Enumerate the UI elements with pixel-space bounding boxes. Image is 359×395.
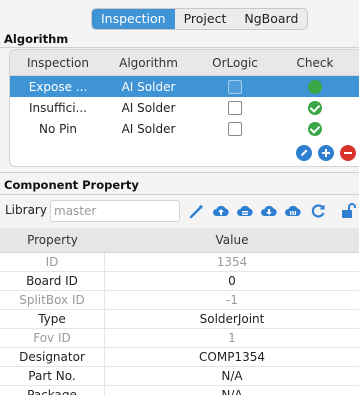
property-value: -1 <box>226 293 238 307</box>
library-label: Library <box>5 203 47 217</box>
column-header-inspection[interactable]: Inspection <box>10 56 106 70</box>
plus-icon <box>322 149 330 157</box>
property-row: Type SolderJoint <box>0 310 359 329</box>
algorithm-cell: AI Solder <box>121 121 176 136</box>
tab-ngboard[interactable]: NgBoard <box>235 9 307 29</box>
inspection-cell: No Pin <box>38 121 78 136</box>
property-name: Package <box>0 386 105 395</box>
property-row: Part No. N/A <box>0 367 359 386</box>
property-value[interactable]: 0 <box>105 272 359 290</box>
section-divider <box>0 172 359 173</box>
magic-wand-icon[interactable] <box>188 202 206 220</box>
algorithm-actions <box>296 145 356 161</box>
property-value[interactable]: N/A <box>105 386 359 395</box>
property-row: Board ID 0 <box>0 272 359 291</box>
algorithm-cell: AI Solder <box>121 100 176 115</box>
algorithm-row[interactable]: Expose ... AI Solder <box>10 76 359 97</box>
library-input[interactable]: master <box>50 200 180 222</box>
property-value: 1 <box>228 331 236 345</box>
edit-button[interactable] <box>296 145 312 161</box>
inspection-cell: Insuffici... <box>29 100 87 115</box>
algorithm-section-title: Algorithm <box>4 32 69 46</box>
column-header-orlogic[interactable]: OrLogic <box>191 56 279 70</box>
main-tabs: Inspection Project NgBoard <box>91 8 309 30</box>
property-row: Designator COMP1354 <box>0 348 359 367</box>
property-value[interactable]: COMP1354 <box>105 348 359 366</box>
property-table-header: Property Value <box>0 228 359 253</box>
section-divider <box>0 47 359 48</box>
property-name: Board ID <box>0 272 105 290</box>
add-button[interactable] <box>318 145 334 161</box>
check-ok-icon <box>308 79 322 94</box>
column-header-value[interactable]: Value <box>105 231 359 249</box>
property-value[interactable]: SolderJoint <box>105 310 359 328</box>
check-ok-icon <box>308 121 322 136</box>
section-divider <box>0 194 359 195</box>
library-toolbar: Library master <box>0 198 359 224</box>
column-header-property[interactable]: Property <box>0 228 105 252</box>
algorithm-row[interactable]: No Pin AI Solder <box>10 118 359 139</box>
property-name: Fov ID <box>0 329 105 347</box>
column-header-check[interactable]: Check <box>279 56 351 70</box>
remove-button[interactable] <box>340 145 356 161</box>
property-name: SplitBox ID <box>0 291 105 309</box>
property-row: ID 1354 <box>0 253 359 272</box>
property-row: SplitBox ID -1 <box>0 291 359 310</box>
column-header-algorithm[interactable]: Algorithm <box>106 56 191 70</box>
component-property-title: Component Property <box>4 178 139 192</box>
property-value[interactable]: N/A <box>105 367 359 385</box>
cloud-upload-icon[interactable] <box>212 202 230 220</box>
property-row: Package N/A <box>0 386 359 395</box>
minus-icon <box>344 152 352 154</box>
property-row: Fov ID 1 <box>0 329 359 348</box>
check-ok-icon <box>308 100 322 115</box>
orlogic-checkbox[interactable] <box>228 79 242 94</box>
unlock-icon[interactable] <box>340 202 358 220</box>
cloud-download-icon[interactable] <box>260 202 278 220</box>
orlogic-checkbox[interactable] <box>228 100 242 115</box>
cloud-sync-icon[interactable] <box>236 202 254 220</box>
orlogic-checkbox[interactable] <box>228 121 242 136</box>
property-name: Type <box>0 310 105 328</box>
algorithm-row[interactable]: Insuffici... AI Solder <box>10 97 359 118</box>
refresh-icon[interactable] <box>309 202 327 220</box>
inspection-cell: Expose ... <box>28 79 88 94</box>
property-name: Part No. <box>0 367 105 385</box>
property-value: 1354 <box>216 255 248 269</box>
property-name: ID <box>0 253 105 271</box>
algorithm-table-header: Inspection Algorithm OrLogic Check <box>10 50 359 76</box>
property-name: Designator <box>0 348 105 366</box>
cloud-library-icon[interactable] <box>284 202 302 220</box>
pencil-icon <box>301 149 308 156</box>
component-property-table: Property Value ID 1354 Board ID 0 SplitB… <box>0 228 359 395</box>
tab-inspection[interactable]: Inspection <box>92 9 175 29</box>
algorithm-cell: AI Solder <box>121 79 176 94</box>
tab-project[interactable]: Project <box>175 9 236 29</box>
